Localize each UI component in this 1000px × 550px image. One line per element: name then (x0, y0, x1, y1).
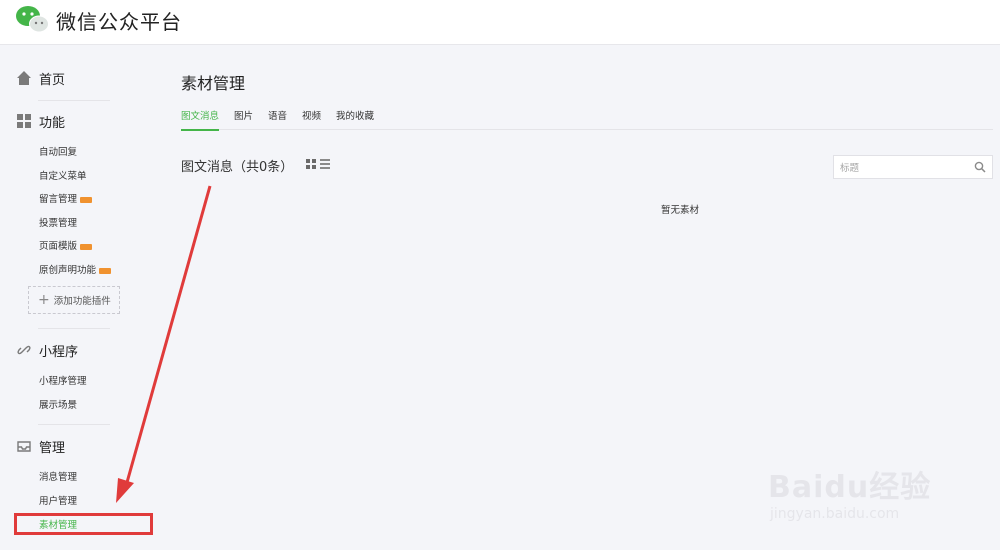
tab-voice[interactable]: 语音 (268, 108, 287, 129)
brand-title: 微信公众平台 (56, 10, 182, 34)
sidebar-item-label: 留言管理 (39, 194, 78, 205)
sidebar-section-functions[interactable]: 功能 (16, 110, 65, 132)
sidebar-functions-label: 功能 (39, 115, 66, 131)
top-bar: 微信公众平台 (0, 0, 1000, 45)
sidebar-item-label: 展示场景 (39, 400, 78, 411)
sidebar-item-original-declaration[interactable]: 原创声明功能 (39, 262, 112, 276)
add-plugin-button[interactable]: + 添加功能插件 (28, 286, 120, 314)
watermark-url: jingyan.baidu.com (770, 506, 900, 522)
sidebar-item-label: 原创声明功能 (39, 265, 97, 276)
sidebar-item-label: 自定义菜单 (39, 171, 87, 182)
material-tabs: 图文消息 图片 语音 视频 我的收藏 (181, 107, 993, 131)
sidebar-item-message-manage[interactable]: 消息管理 (39, 469, 77, 483)
tab-news[interactable]: 图文消息 (181, 108, 220, 131)
add-plugin-label: 添加功能插件 (53, 296, 111, 307)
sidebar-item-auto-reply[interactable]: 自动回复 (39, 144, 77, 158)
search-icon[interactable] (974, 161, 986, 173)
plus-icon: + (38, 292, 50, 308)
sidebar-divider (38, 328, 110, 329)
sidebar-item-custom-menu[interactable]: 自定义菜单 (39, 168, 87, 182)
watermark: Baidu经验 jingyan.baidu.com (768, 440, 968, 530)
inbox-manage-icon (17, 441, 31, 452)
sidebar-item-vote-manage[interactable]: 投票管理 (39, 215, 77, 229)
list-view-icon[interactable] (320, 159, 330, 169)
sidebar-manage-label: 管理 (39, 440, 66, 456)
sidebar: 首页 功能 自动回复 自定义菜单 留言管理 投票管理 页面模版 原创声明功能 +… (0, 45, 140, 550)
new-badge (80, 196, 93, 203)
sidebar-item-label: 消息管理 (39, 472, 78, 483)
sidebar-item-display-scene[interactable]: 展示场景 (39, 397, 77, 411)
sidebar-item-label: 投票管理 (39, 218, 78, 229)
new-badge (99, 267, 112, 274)
search-box (833, 155, 993, 180)
view-toggle-group (306, 158, 330, 170)
tab-favorites[interactable]: 我的收藏 (336, 108, 374, 129)
watermark-logo-text: Baidu经验 (768, 470, 932, 505)
tab-image[interactable]: 图片 (234, 108, 253, 129)
tab-video[interactable]: 视频 (302, 108, 321, 129)
wechat-logo-icon[interactable] (14, 3, 50, 35)
sidebar-item-label: 页面模版 (39, 241, 78, 252)
home-icon (17, 71, 31, 85)
sidebar-item-label: 小程序管理 (39, 376, 87, 387)
sidebar-item-label: 用户管理 (39, 496, 78, 507)
grid-view-icon[interactable] (306, 159, 316, 169)
sidebar-section-miniprogram[interactable]: 小程序 (16, 339, 78, 361)
sidebar-item-home[interactable]: 首页 (16, 67, 65, 89)
new-badge (80, 243, 93, 250)
sidebar-item-user-manage[interactable]: 用户管理 (39, 493, 77, 507)
sidebar-item-miniprogram-manage[interactable]: 小程序管理 (39, 373, 87, 387)
sidebar-item-page-template[interactable]: 页面模版 (39, 238, 93, 252)
sidebar-item-label: 自动回复 (39, 147, 78, 158)
sidebar-divider (38, 424, 110, 425)
page-title: 素材管理 (181, 74, 246, 93)
section-title: 图文消息（共0条） (181, 160, 294, 175)
sidebar-home-label: 首页 (39, 72, 66, 88)
sidebar-section-manage[interactable]: 管理 (16, 435, 65, 457)
annotation-highlight-box (14, 513, 153, 535)
search-input[interactable] (834, 157, 970, 180)
empty-state-text: 暂无素材 (661, 205, 700, 216)
sidebar-item-comment-manage[interactable]: 留言管理 (39, 191, 93, 205)
grid-function-icon (17, 114, 31, 128)
sidebar-miniprogram-label: 小程序 (39, 344, 79, 360)
link-miniprogram-icon (17, 345, 31, 355)
sidebar-divider (38, 100, 110, 101)
